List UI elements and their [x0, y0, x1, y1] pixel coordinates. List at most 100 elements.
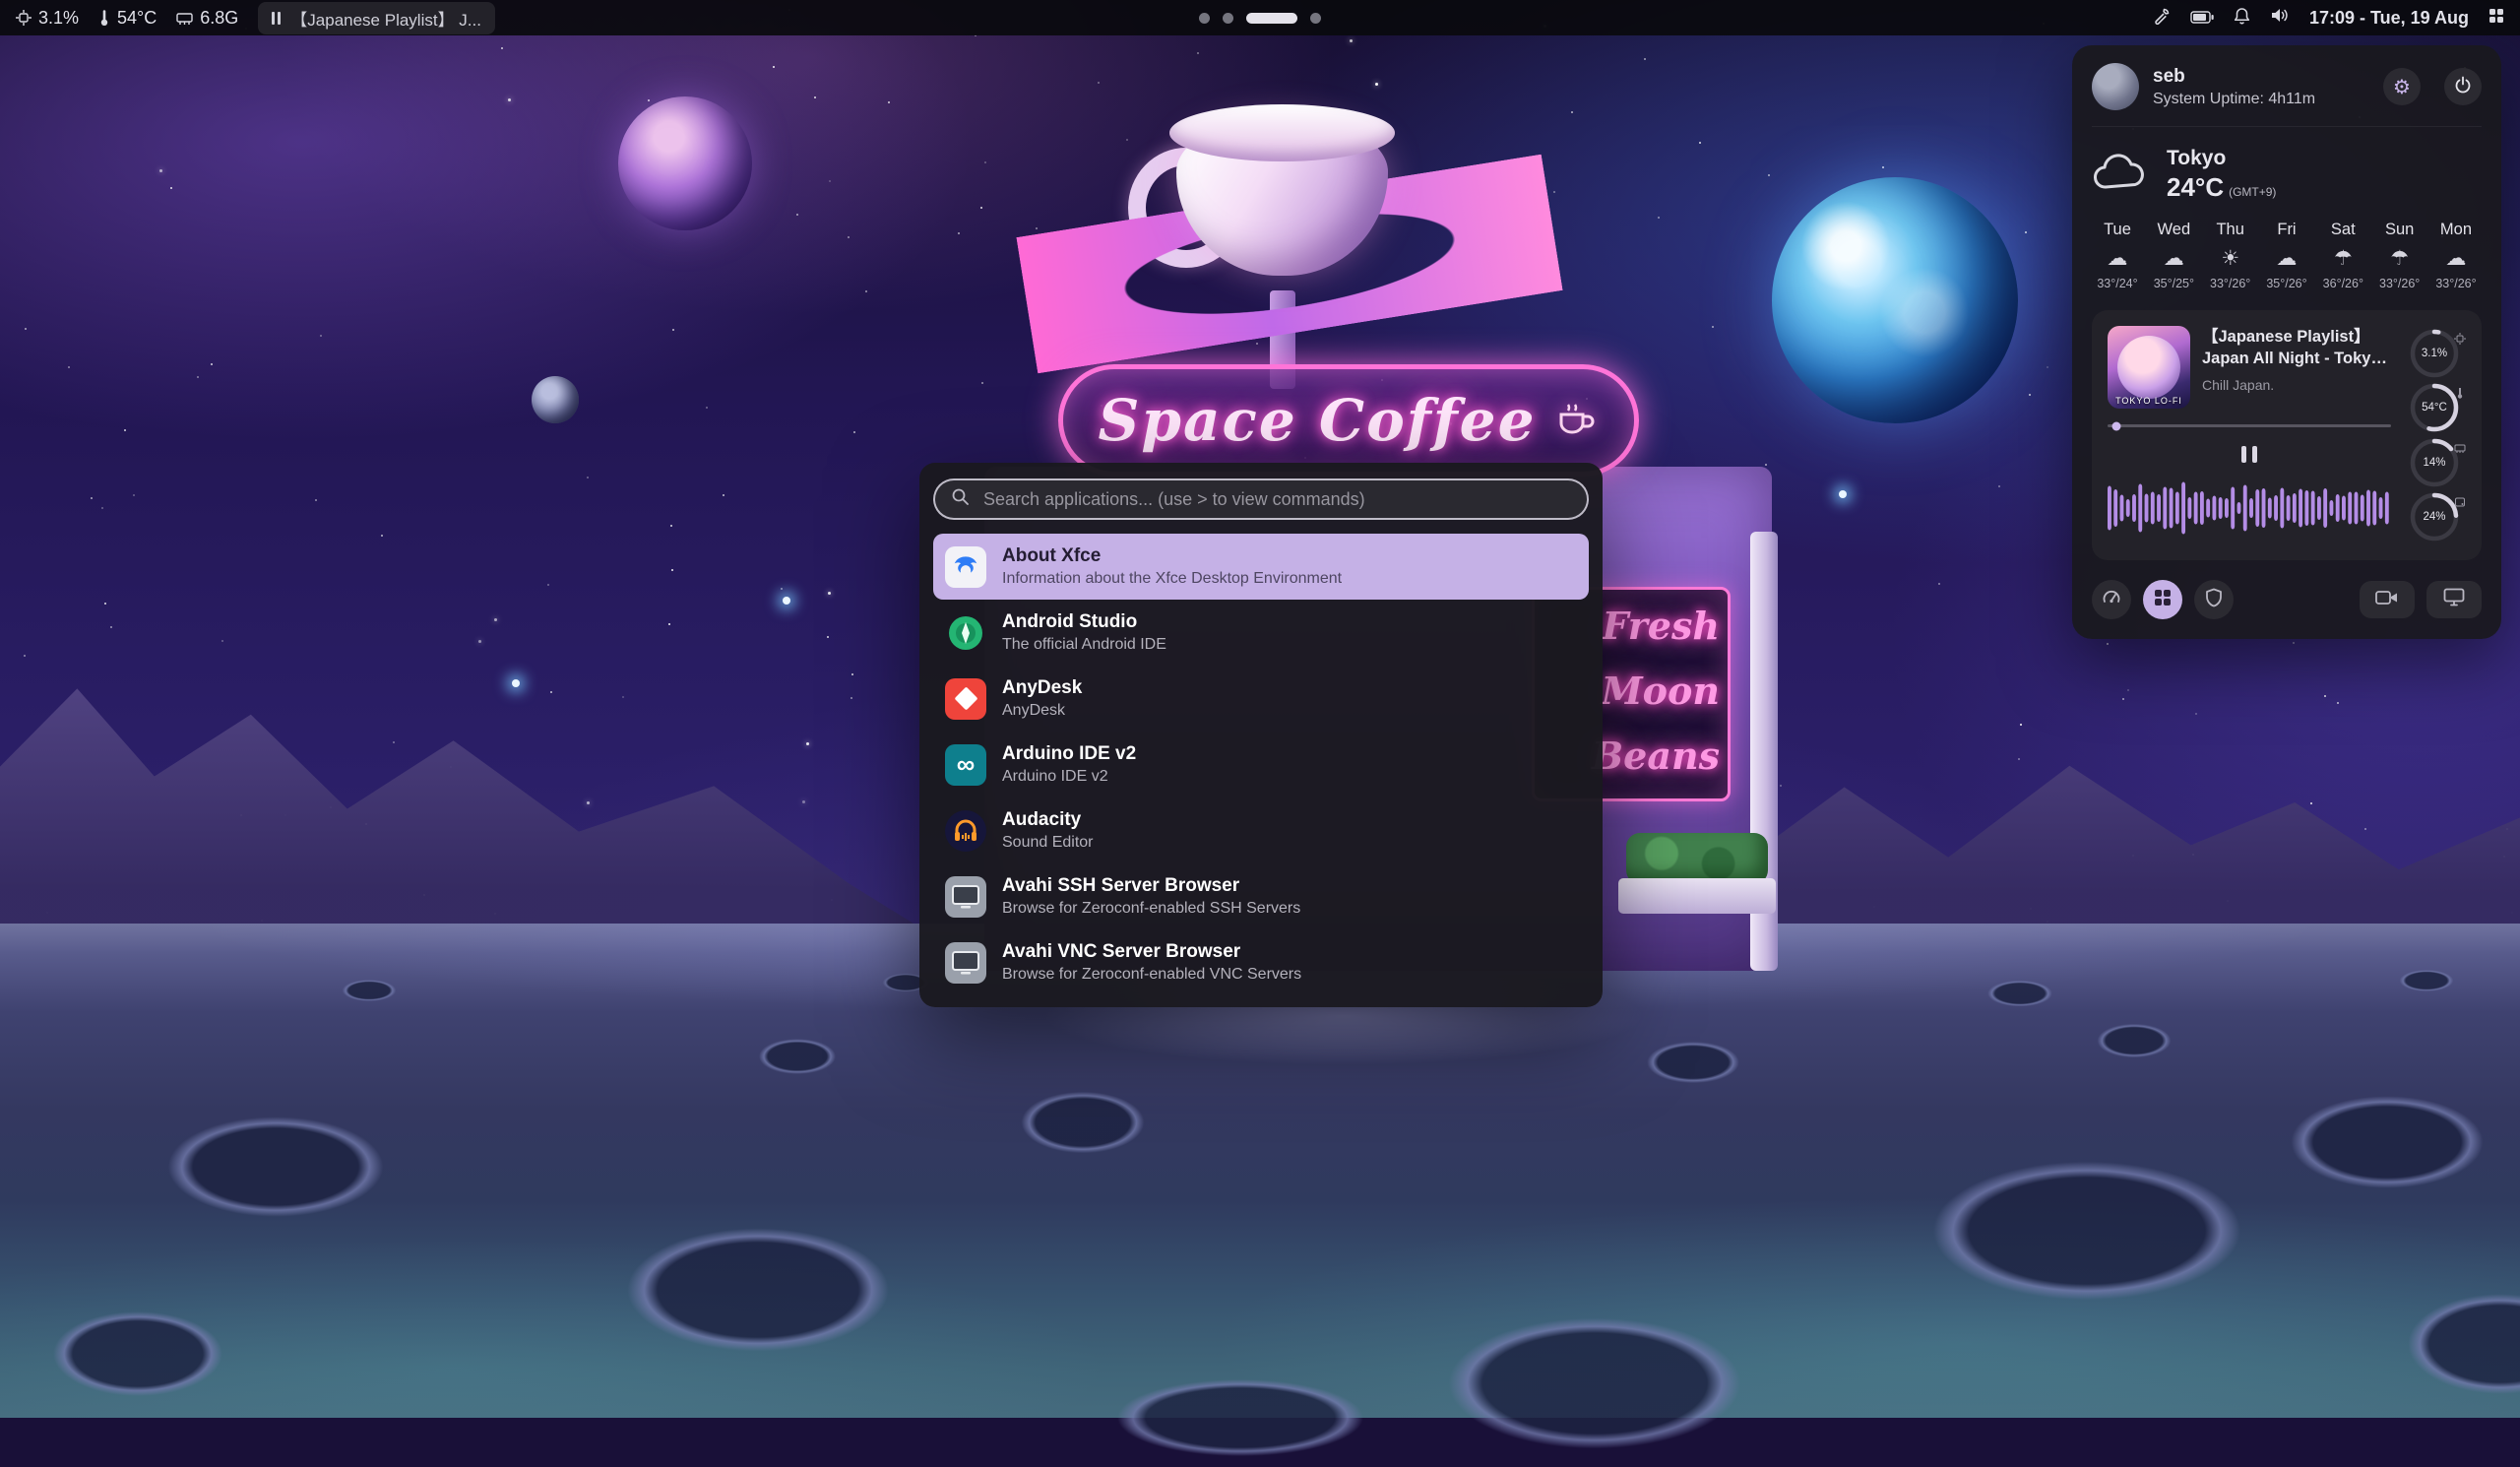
- tools-icon[interactable]: [2153, 7, 2171, 30]
- memory-icon: [176, 11, 193, 26]
- thermometer-icon: [2454, 386, 2466, 404]
- search-input[interactable]: [981, 488, 1571, 511]
- app-name: Avahi VNC Server Browser: [1002, 941, 1301, 963]
- app-description: Browse for Zeroconf-enabled SSH Servers: [1002, 900, 1300, 918]
- pause-icon: [272, 12, 281, 25]
- launcher-item-anydesk[interactable]: AnyDesk AnyDesk: [933, 666, 1589, 732]
- app-grid-icon[interactable]: [2488, 8, 2504, 29]
- workspace-active-pill[interactable]: [1246, 13, 1297, 24]
- window-neon-text: Beans: [1592, 734, 1720, 778]
- app-name: Android Studio: [1002, 611, 1166, 633]
- cpu-icon: [2454, 332, 2466, 350]
- forecast-temps: 33°/24°: [2097, 277, 2137, 290]
- window-neon-text: Fresh: [1602, 604, 1720, 648]
- forecast-tue: Tue ☁ 33°/24°: [2092, 221, 2143, 290]
- app-name: About Xfce: [1002, 545, 1342, 567]
- workspace-dot[interactable]: [1199, 13, 1210, 24]
- cpu-gauge-value: 3.1%: [2409, 328, 2460, 379]
- media-main: TOKYO LO-FI 【Japanese Playlist】 Japan Al…: [2108, 326, 2391, 544]
- forecast-day: Tue: [2104, 221, 2131, 239]
- quick-toggle-group: [2092, 580, 2234, 619]
- apps-button[interactable]: [2143, 580, 2182, 619]
- cloud-icon: ☁: [2164, 246, 2184, 270]
- forecast-day: Sun: [2385, 221, 2414, 239]
- coffee-cup-icon: [1553, 399, 1599, 443]
- settings-button[interactable]: ⚙: [2383, 68, 2421, 105]
- forecast-day: Thu: [2216, 221, 2243, 239]
- window-neon-text: Moon: [1602, 669, 1720, 713]
- weather-widget: Tokyo 24°C(GMT+9): [2092, 147, 2482, 203]
- weather-city: Tokyo: [2167, 147, 2276, 170]
- app-name: AnyDesk: [1002, 677, 1082, 699]
- clock[interactable]: 17:09 - Tue, 19 Aug: [2309, 8, 2469, 29]
- cpu-temperature-value: 54°C: [117, 8, 157, 29]
- app-description: AnyDesk: [1002, 702, 1082, 720]
- workspace-dot[interactable]: [1223, 13, 1233, 24]
- server-browser-icon: [945, 942, 986, 984]
- arduino-icon: ∞: [945, 744, 986, 786]
- now-playing-widget[interactable]: 【Japanese Playlist】 J...: [258, 2, 495, 34]
- launcher-item-avahi-ssh[interactable]: Avahi SSH Server Browser Browse for Zero…: [933, 863, 1589, 929]
- launcher-item-avahi-vnc[interactable]: Avahi VNC Server Browser Browse for Zero…: [933, 929, 1589, 995]
- panel-right-group: 17:09 - Tue, 19 Aug: [2153, 7, 2504, 30]
- app-grid-icon: [2154, 589, 2172, 611]
- display-icon: [2443, 588, 2465, 611]
- audio-waveform: [2108, 477, 2391, 544]
- album-art: TOKYO LO-FI: [2108, 326, 2190, 409]
- app-description: Arduino IDE v2: [1002, 768, 1136, 786]
- shield-icon: [2205, 588, 2223, 612]
- memory-gauge-value: 14%: [2409, 437, 2460, 488]
- top-panel: 3.1% 54°C 6.8G 【Japanese Playlist】 J... …: [0, 0, 2520, 35]
- disk-gauge: 24%: [2409, 491, 2460, 542]
- weather-temp: 24°C(GMT+9): [2167, 172, 2276, 203]
- weather-timezone: (GMT+9): [2229, 185, 2276, 199]
- forecast-sat: Sat ☂ 36°/26°: [2317, 221, 2368, 290]
- system-gauges: 3.1% 54°C 14% 24%: [2403, 326, 2466, 544]
- display-button[interactable]: [2426, 581, 2482, 618]
- pause-button[interactable]: [2233, 439, 2266, 469]
- workspace-dot[interactable]: [1310, 13, 1321, 24]
- app-description: Sound Editor: [1002, 834, 1094, 852]
- notification-bell-icon[interactable]: [2234, 7, 2250, 30]
- capture-group: [2360, 581, 2482, 618]
- forecast-day: Sat: [2331, 221, 2356, 239]
- progress-handle[interactable]: [2111, 421, 2120, 430]
- application-list: About Xfce Information about the Xfce De…: [933, 534, 1589, 995]
- screen-record-button[interactable]: [2360, 581, 2415, 618]
- shield-button[interactable]: [2194, 580, 2234, 619]
- avatar: [2092, 63, 2139, 110]
- memory-usage: 6.8G: [176, 8, 238, 29]
- now-playing-label: 【Japanese Playlist】 J...: [290, 6, 481, 31]
- android-studio-icon: [945, 612, 986, 654]
- disk-icon: [2454, 495, 2466, 513]
- forecast-temps: 33°/26°: [2210, 277, 2250, 290]
- launcher-item-audacity[interactable]: Audacity Sound Editor: [933, 797, 1589, 863]
- anydesk-icon: [945, 678, 986, 720]
- power-button[interactable]: [2444, 68, 2482, 105]
- workspace-indicator: [1199, 0, 1321, 35]
- planter-box: [1618, 878, 1776, 914]
- app-description: The official Android IDE: [1002, 636, 1166, 654]
- video-camera-icon: [2375, 590, 2399, 610]
- thermometer-icon: [98, 10, 110, 27]
- media-player-card: TOKYO LO-FI 【Japanese Playlist】 Japan Al…: [2092, 310, 2482, 560]
- control-sidebar: seb System Uptime: 4h11m ⚙ Tokyo 24°C(GM…: [2072, 45, 2501, 639]
- volume-icon[interactable]: [2270, 7, 2290, 29]
- forecast-thu: Thu ☀ 33°/26°: [2205, 221, 2256, 290]
- playback-progress-bar[interactable]: [2108, 424, 2391, 427]
- forecast-temps: 33°/26°: [2435, 277, 2476, 290]
- forecast-temps: 35°/26°: [2266, 277, 2306, 290]
- cpu-usage: 3.1%: [16, 8, 79, 29]
- performance-button[interactable]: [2092, 580, 2131, 619]
- launcher-item-about-xfce[interactable]: About Xfce Information about the Xfce De…: [933, 534, 1589, 600]
- forecast-wed: Wed ☁ 35°/25°: [2148, 221, 2199, 290]
- memory-usage-value: 6.8G: [200, 8, 238, 29]
- gear-icon: ⚙: [2393, 75, 2411, 98]
- battery-icon[interactable]: [2190, 8, 2214, 29]
- user-section: seb System Uptime: 4h11m ⚙: [2092, 63, 2482, 127]
- launcher-item-arduino-ide[interactable]: ∞ Arduino IDE v2 Arduino IDE v2: [933, 732, 1589, 797]
- launcher-item-android-studio[interactable]: Android Studio The official Android IDE: [933, 600, 1589, 666]
- track-artist: Chill Japan.: [2202, 377, 2391, 393]
- app-name: Avahi SSH Server Browser: [1002, 875, 1300, 897]
- cpu-temperature: 54°C: [98, 8, 157, 29]
